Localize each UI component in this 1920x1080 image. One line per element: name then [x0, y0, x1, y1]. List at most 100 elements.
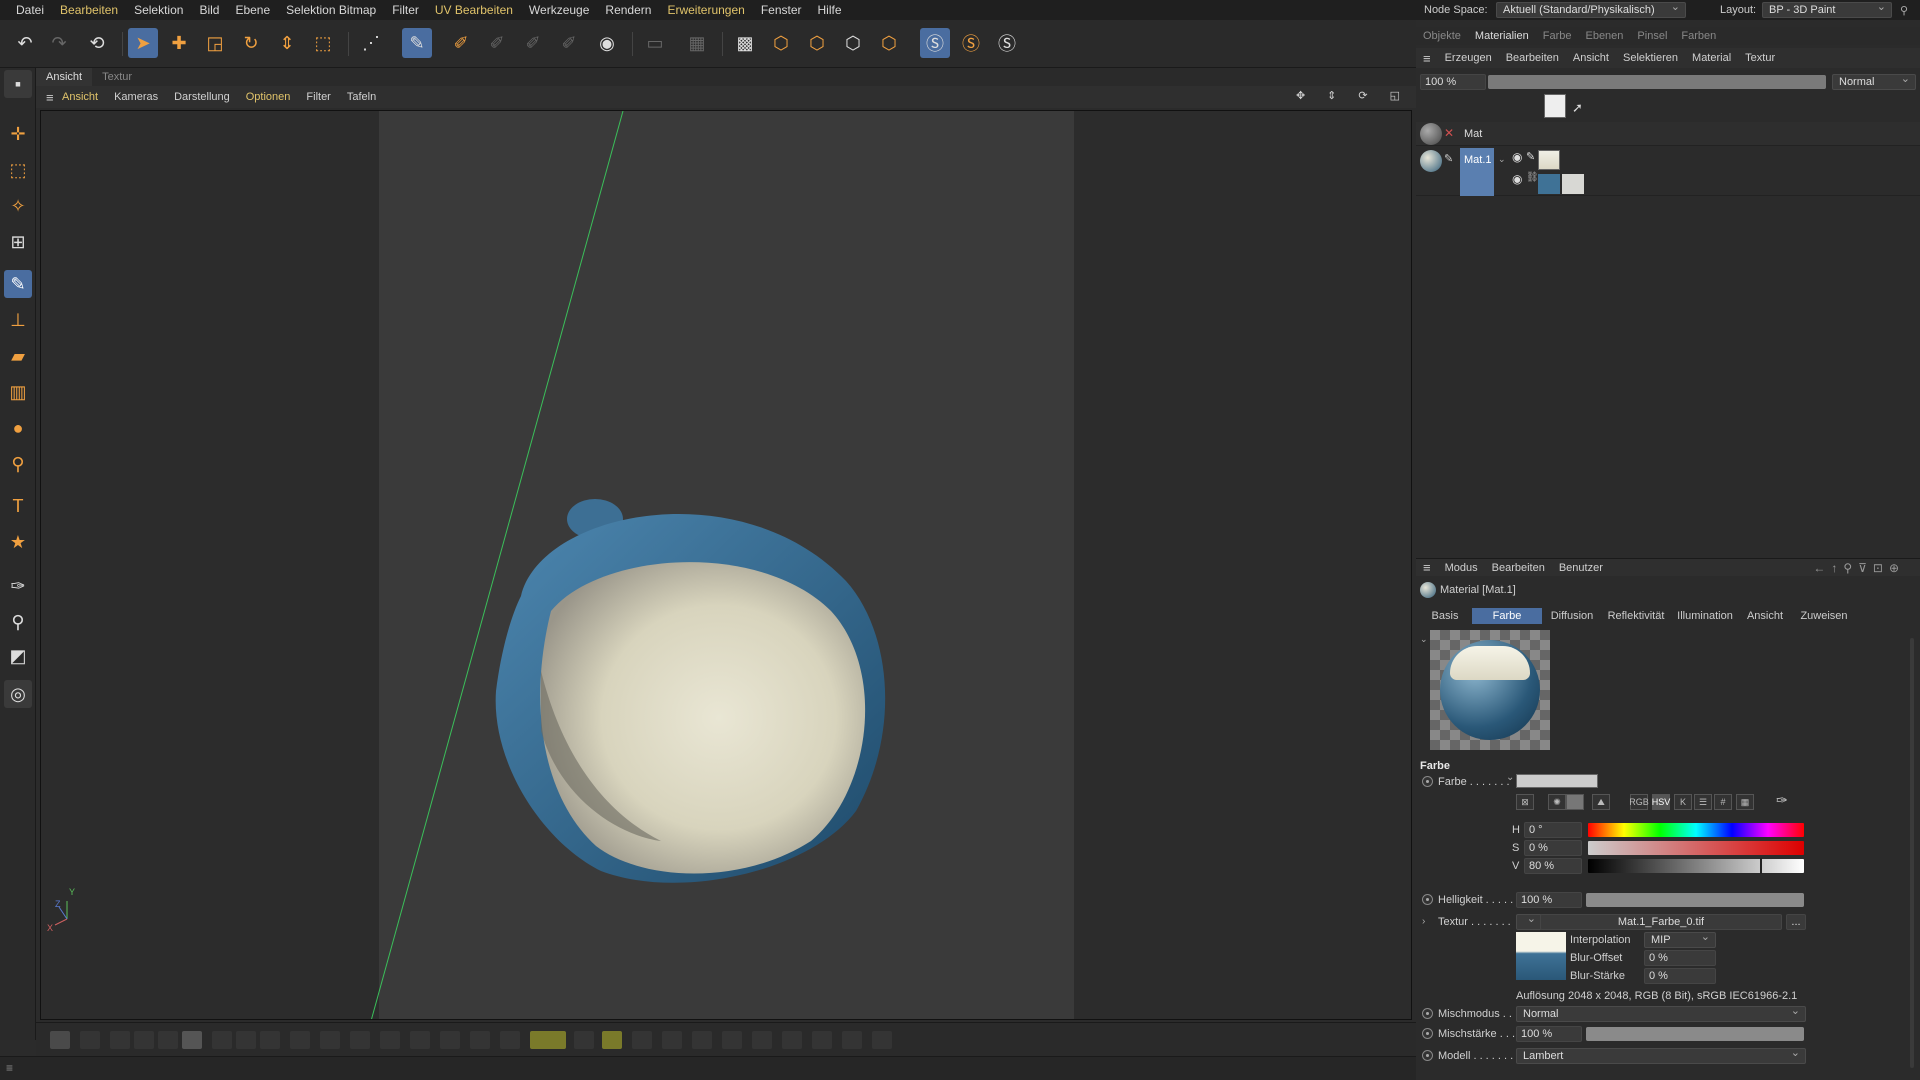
tab-pinsel[interactable]: Pinsel: [1630, 30, 1674, 42]
mixer-icon[interactable]: ☰: [1694, 794, 1712, 810]
bottom-tool-7[interactable]: [260, 1031, 280, 1049]
textur-dropdown[interactable]: [1516, 912, 1542, 930]
hue-slider[interactable]: [1588, 823, 1804, 837]
saturation-slider[interactable]: [1588, 841, 1804, 855]
blend-mode-select[interactable]: Normal: [1832, 72, 1916, 90]
undo-icon[interactable]: ↶: [10, 28, 40, 58]
hamburger-icon[interactable]: ≡: [36, 90, 54, 105]
layout-select[interactable]: BP - 3D Paint: [1762, 0, 1892, 18]
textur-browse-button[interactable]: ...: [1786, 914, 1806, 930]
color-wheel-icon[interactable]: ⊠: [1516, 794, 1534, 810]
bottom-tool-13[interactable]: [440, 1031, 460, 1049]
search-icon[interactable]: ⚲: [1900, 4, 1908, 17]
render-region-icon[interactable]: [50, 1031, 70, 1049]
fill-icon[interactable]: ●: [4, 414, 32, 442]
value-slider[interactable]: [1588, 858, 1804, 874]
menu-bearbeiten[interactable]: Bearbeiten: [52, 0, 126, 20]
menu-ansicht[interactable]: Ansicht: [1566, 52, 1616, 64]
menu-erweiterungen[interactable]: Erweiterungen: [659, 0, 752, 20]
tab-diffusion[interactable]: Diffusion: [1544, 608, 1600, 624]
rgb-button[interactable]: RGB: [1629, 794, 1649, 810]
opacity-field[interactable]: 100 %: [1420, 74, 1486, 90]
s-mode-3-icon[interactable]: Ⓢ: [992, 28, 1022, 58]
pencil-icon[interactable]: ✎: [1526, 150, 1535, 163]
menu-rendern[interactable]: Rendern: [597, 0, 659, 20]
move-icon[interactable]: ✛: [4, 120, 32, 148]
material-row-mat[interactable]: ✕ Mat: [1416, 122, 1920, 146]
dolly-icon[interactable]: ⇕: [1319, 89, 1344, 102]
eyedropper-icon[interactable]: ✑: [1776, 792, 1788, 809]
eye-icon[interactable]: ◉: [1512, 150, 1522, 164]
menu-selektieren[interactable]: Selektieren: [1616, 52, 1685, 64]
brush-mode-1-icon[interactable]: ✐: [482, 28, 512, 58]
stamp-icon[interactable]: ⊥: [4, 306, 32, 334]
menu-filter[interactable]: Filter: [384, 0, 427, 20]
menu-ebene[interactable]: Ebene: [227, 0, 278, 20]
bottom-tool-25[interactable]: [842, 1031, 862, 1049]
textur-file-field[interactable]: Mat.1_Farbe_0.tif: [1540, 914, 1782, 930]
tab-reflektivitaet[interactable]: Reflektivität: [1602, 608, 1670, 624]
tab-basis[interactable]: Basis: [1420, 608, 1470, 624]
bottom-tool-22[interactable]: [752, 1031, 772, 1049]
picture-icon[interactable]: ⛰: [1592, 794, 1610, 810]
channel-icon[interactable]: ▦: [682, 28, 712, 58]
expand-icon[interactable]: ⌄: [1506, 772, 1514, 783]
tab-ansicht[interactable]: Ansicht: [1740, 608, 1790, 624]
brush-mode-2-icon[interactable]: ✐: [518, 28, 548, 58]
mischmodus-radio[interactable]: [1422, 1008, 1433, 1019]
eraser-icon[interactable]: ▰: [4, 342, 32, 370]
eyedropper-icon[interactable]: ✑: [4, 572, 32, 600]
expand-arrow-icon[interactable]: ›: [1422, 916, 1425, 927]
redo-icon[interactable]: ↷: [44, 28, 74, 58]
zoom-icon[interactable]: ⚲: [4, 450, 32, 478]
mischmodus-select[interactable]: Normal: [1516, 1004, 1806, 1022]
tab-materialien[interactable]: Materialien: [1468, 30, 1536, 42]
material-name[interactable]: Mat.1: [1464, 154, 1492, 166]
mischstaerke-radio[interactable]: [1422, 1028, 1433, 1039]
attribute-nav-icons[interactable]: ←↑⚲⊽⊡⊕: [1806, 561, 1912, 575]
bottom-tool-5[interactable]: [212, 1031, 232, 1049]
bottom-tool-20[interactable]: [692, 1031, 712, 1049]
quick-mask-icon[interactable]: ◎: [4, 680, 32, 708]
bottom-tool-19[interactable]: [662, 1031, 682, 1049]
helligkeit-radio[interactable]: [1422, 894, 1433, 905]
mischstaerke-slider[interactable]: [1586, 1027, 1804, 1041]
bottom-tool-18[interactable]: [632, 1031, 652, 1049]
menu-modus[interactable]: Modus: [1438, 562, 1485, 574]
menu-selektion[interactable]: Selektion: [126, 0, 191, 20]
tab-textur[interactable]: Textur: [92, 71, 142, 83]
vp-menu-darstellung[interactable]: Darstellung: [166, 91, 238, 103]
bottom-tool-24[interactable]: [812, 1031, 832, 1049]
bottom-tool-4[interactable]: [158, 1031, 178, 1049]
eye-icon[interactable]: ◉: [1512, 172, 1522, 186]
helligkeit-field[interactable]: 100 %: [1516, 892, 1582, 908]
gradient-icon[interactable]: ▥: [4, 378, 32, 406]
hsv-button[interactable]: HSV: [1652, 794, 1670, 810]
vp-menu-ansicht[interactable]: Ansicht: [54, 91, 106, 103]
magic-wand-icon[interactable]: ✧: [4, 192, 32, 220]
layer-icon[interactable]: ▭: [640, 28, 670, 58]
tab-objekte[interactable]: Objekte: [1416, 30, 1468, 42]
menu-bild[interactable]: Bild: [191, 0, 227, 20]
bottom-tool-15[interactable]: [500, 1031, 520, 1049]
tab-farben[interactable]: Farben: [1674, 30, 1723, 42]
bottom-tool-9[interactable]: [320, 1031, 340, 1049]
bottom-tool-6[interactable]: [236, 1031, 256, 1049]
menu-werkzeuge[interactable]: Werkzeuge: [521, 0, 597, 20]
bottom-tool-2[interactable]: [110, 1031, 130, 1049]
reset-icon[interactable]: ⟲: [82, 28, 112, 58]
bottom-tool-17[interactable]: [602, 1031, 622, 1049]
hamburger-icon[interactable]: ≡: [1416, 51, 1438, 66]
value-slider-handle[interactable]: [1759, 858, 1762, 874]
scale-box-icon[interactable]: ⬚: [308, 28, 338, 58]
hamburger-icon[interactable]: ≡: [1416, 560, 1438, 575]
swatches-icon[interactable]: ▦: [1736, 794, 1754, 810]
vp-menu-filter[interactable]: Filter: [298, 91, 338, 103]
bottom-tool-12[interactable]: [410, 1031, 430, 1049]
helligkeit-slider[interactable]: [1586, 893, 1804, 907]
node-space-select[interactable]: Aktuell (Standard/Physikalisch): [1496, 0, 1686, 18]
menu-uv-bearbeiten[interactable]: UV Bearbeiten: [427, 0, 521, 20]
bottom-tool-active[interactable]: [530, 1031, 566, 1049]
symmetry-icon[interactable]: ⋰: [356, 28, 386, 58]
move-tool-icon[interactable]: ✚: [164, 28, 194, 58]
